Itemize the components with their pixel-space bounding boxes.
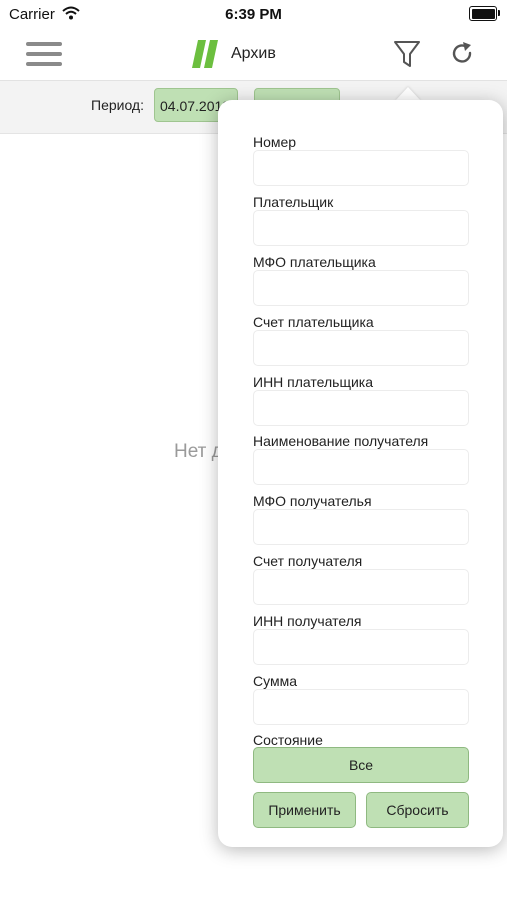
payer-account-field[interactable] bbox=[253, 330, 469, 366]
recipient-mfo-field[interactable] bbox=[253, 509, 469, 545]
popover-arrow bbox=[395, 87, 421, 101]
status-time: 6:39 PM bbox=[225, 6, 282, 23]
state-selector-button[interactable]: Все bbox=[253, 747, 469, 783]
app-logo-icon bbox=[190, 38, 222, 75]
filter-popover: Номер Плательщик МФО плательщика Счет пл… bbox=[218, 100, 503, 847]
recipient-name-label: Наименование получателя bbox=[253, 433, 429, 449]
reset-button[interactable]: Сбросить bbox=[366, 792, 469, 828]
payer-label: Плательщик bbox=[253, 194, 334, 210]
payer-mfo-label: МФО плательщика bbox=[253, 254, 376, 270]
payer-inn-field[interactable] bbox=[253, 390, 469, 426]
number-field[interactable] bbox=[253, 150, 469, 186]
navigation-bar: Архив bbox=[0, 30, 507, 81]
payer-mfo-field[interactable] bbox=[253, 270, 469, 306]
refresh-icon[interactable] bbox=[448, 40, 476, 68]
filter-icon[interactable] bbox=[392, 38, 422, 70]
page-title: Архив bbox=[231, 45, 276, 62]
recipient-mfo-label: МФО получателья bbox=[253, 493, 372, 509]
recipient-account-field[interactable] bbox=[253, 569, 469, 605]
recipient-account-label: Счет получателя bbox=[253, 553, 363, 569]
menu-button[interactable] bbox=[26, 40, 62, 68]
amount-label: Сумма bbox=[253, 673, 297, 689]
payer-field[interactable] bbox=[253, 210, 469, 246]
state-label: Состояние bbox=[253, 732, 323, 748]
recipient-inn-label: ИНН получателя bbox=[253, 613, 362, 629]
apply-button[interactable]: Применить bbox=[253, 792, 356, 828]
payer-account-label: Счет плательщика bbox=[253, 314, 374, 330]
recipient-inn-field[interactable] bbox=[253, 629, 469, 665]
number-label: Номер bbox=[253, 134, 297, 150]
recipient-name-field[interactable] bbox=[253, 449, 469, 485]
status-bar: Carrier 6:39 PM bbox=[0, 0, 507, 30]
payer-inn-label: ИНН плательщика bbox=[253, 374, 373, 390]
amount-field[interactable] bbox=[253, 689, 469, 725]
battery-icon bbox=[469, 6, 500, 21]
period-label: Период: bbox=[91, 97, 144, 113]
